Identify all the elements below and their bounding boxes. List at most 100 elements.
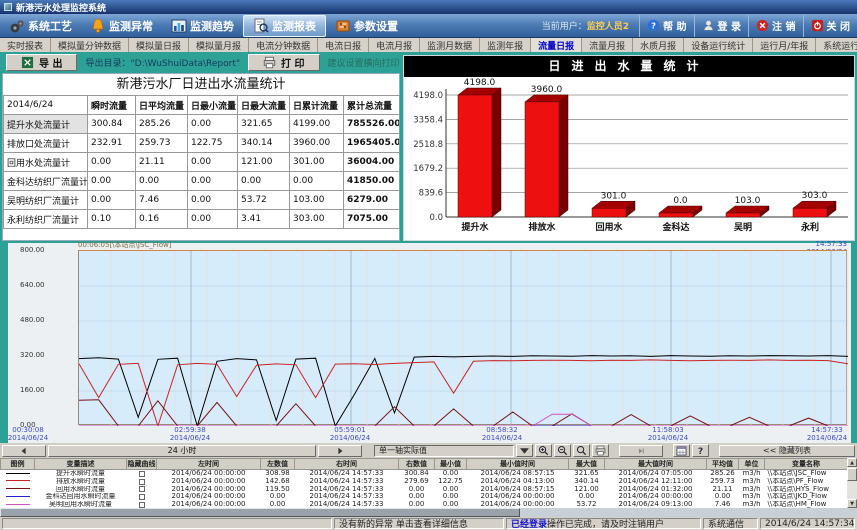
zoom-in-button[interactable] xyxy=(535,444,552,457)
menu-item-5[interactable]: 参数设置 xyxy=(326,15,407,37)
tab-1[interactable]: 实时报表 xyxy=(0,38,51,52)
status-login-segment: 已经登录 操作已完成，请及时注销用户 xyxy=(506,518,701,529)
trend-plot[interactable] xyxy=(78,250,847,425)
tab-9[interactable]: 监测年报 xyxy=(480,38,531,52)
menu-button-1[interactable]: ?帮 助 xyxy=(639,15,693,37)
menu-item-1[interactable]: 系统工艺 xyxy=(0,15,81,37)
legend-row[interactable]: 金科达回用水瞬时流量2014/06/24 00:00:000.002014/06… xyxy=(1,493,848,501)
svg-text:3960.0: 3960.0 xyxy=(531,85,563,95)
vertical-scroll-thumb[interactable] xyxy=(847,468,857,481)
report-cell: 785526.00 xyxy=(344,115,400,134)
tab-2[interactable]: 模拟量分钟数据 xyxy=(51,38,129,52)
trend-x-tick-label: 00:30:082014/06/24 xyxy=(8,427,48,442)
status-empty-segment xyxy=(2,518,332,529)
hide-curve-cell xyxy=(127,486,157,494)
legend-row[interactable]: 提升水瞬时流量2014/06/24 00:00:00308.982014/06/… xyxy=(1,470,848,478)
variable-name: \\本站点\JSC_Flow xyxy=(765,470,848,478)
svg-text:2518.8: 2518.8 xyxy=(413,140,443,150)
tab-6[interactable]: 电流日报 xyxy=(318,38,369,52)
trend-x-tick-label: 14:57:332014/06/24 xyxy=(807,427,847,442)
menu-button-4[interactable]: 关 闭 xyxy=(803,15,857,37)
time-range-scrollbar-thumb[interactable]: 24 小时 xyxy=(48,445,316,457)
trend-x-tick-label: 02:59:382014/06/24 xyxy=(170,427,210,442)
scroll-up-arrow-icon[interactable]: ▲ xyxy=(847,458,857,467)
status-login-state: 已经登录 xyxy=(511,518,547,529)
tab-7[interactable]: 电流月报 xyxy=(369,38,420,52)
report-band: 导 出 导出目录："D:\WuShuiData\Report" 打 印 建议设置… xyxy=(0,52,857,243)
report-row-name: 提升水处流量计 xyxy=(4,115,88,134)
x-tick-date: 2014/06/24 xyxy=(648,435,688,443)
zoom-out-button[interactable] xyxy=(554,444,571,457)
report-cell: 0.00 xyxy=(188,172,238,191)
legend-cell: 2014/06/24 14:57:33 xyxy=(295,493,399,501)
tab-14[interactable]: 运行月/年报 xyxy=(753,38,816,52)
scroll-left-button[interactable] xyxy=(2,445,46,457)
tab-3[interactable]: 模拟量日报 xyxy=(129,38,189,52)
legend-cell: 2014/06/24 07:05:00 xyxy=(605,470,707,478)
hide-curve-cell xyxy=(127,478,157,486)
report-cell: 36004.00 xyxy=(344,153,400,172)
value-mode-dropdown[interactable]: 单一轴实际值 xyxy=(374,445,514,457)
curve-description: 金科达回用水瞬时流量 xyxy=(35,493,127,501)
hide-list-button[interactable]: << 隐藏列表 xyxy=(719,445,855,457)
report-cell: 0.00 xyxy=(188,153,238,172)
legend-cell: 2014/06/24 14:57:33 xyxy=(295,470,399,478)
report-cell: 121.00 xyxy=(238,153,290,172)
play-button[interactable] xyxy=(619,445,663,457)
print-trend-button[interactable] xyxy=(592,444,609,457)
help-trend-button[interactable]: ? xyxy=(692,444,709,457)
svg-text:?: ? xyxy=(698,446,703,456)
status-bar: 没有新的异常 单击查看详细信息 已经登录 操作已完成，请及时注销用户 系统通信 … xyxy=(0,517,857,530)
calendar-button[interactable] xyxy=(673,444,690,457)
legend-vertical-scrollbar[interactable]: ▲ ▼ xyxy=(847,458,857,508)
tab-15[interactable]: 系统运行日志 xyxy=(816,38,857,52)
scroll-down-arrow-icon[interactable]: ▼ xyxy=(847,499,857,508)
hide-curve-checkbox[interactable] xyxy=(139,479,145,485)
svg-text:303.0: 303.0 xyxy=(802,191,828,201)
hide-curve-checkbox[interactable] xyxy=(139,471,145,477)
tab-4[interactable]: 模拟量月报 xyxy=(189,38,249,52)
curve-color-swatch xyxy=(6,473,30,474)
menu-item-4[interactable]: 监测报表 xyxy=(243,15,326,37)
legend-cell: 285.26 xyxy=(707,470,739,478)
report-cell: 0.00 xyxy=(188,191,238,210)
report-cell: 232.91 xyxy=(88,134,136,153)
status-alert-segment[interactable]: 没有新的异常 单击查看详细信息 xyxy=(334,518,504,529)
menu-item-3[interactable]: 监测趋势 xyxy=(162,15,243,37)
tab-8[interactable]: 监测月数据 xyxy=(420,38,480,52)
legend-cell: 0.00 xyxy=(261,493,295,501)
report-cell: 122.75 xyxy=(188,134,238,153)
trend-chart-area: 00:06:05[\本站点\JSC_Flow] 2014/09/24 14:57… xyxy=(8,243,851,443)
tab-11[interactable]: 流量月报 xyxy=(582,38,633,52)
zoom-reset-button[interactable] xyxy=(573,444,590,457)
calendar-icon xyxy=(676,445,687,456)
menu-item-2[interactable]: 监测异常 xyxy=(81,15,162,37)
legend-row[interactable]: 回用水瞬时流量2014/06/24 00:00:00119.502014/06/… xyxy=(1,486,848,494)
report-cell: 0.00 xyxy=(136,172,188,191)
tab-5[interactable]: 电流分钟数据 xyxy=(249,38,318,52)
svg-text:排放水: 排放水 xyxy=(528,221,556,233)
dropdown-arrow-button[interactable] xyxy=(516,444,533,457)
report-cell: 6279.00 xyxy=(344,191,400,210)
export-button[interactable]: 导 出 xyxy=(6,54,77,71)
report-cell: 103.00 xyxy=(290,191,344,210)
scroll-right-button[interactable] xyxy=(318,445,362,457)
curve-description: 排放水瞬时流量 xyxy=(35,478,127,486)
tab-13[interactable]: 设备运行统计 xyxy=(684,38,753,52)
legend-horizontal-scrollbar[interactable] xyxy=(0,508,857,517)
legend-cell: 300.84 xyxy=(399,470,435,478)
print-button[interactable]: 打 印 xyxy=(248,54,319,71)
hide-curve-checkbox[interactable] xyxy=(139,486,145,492)
hide-curve-checkbox[interactable] xyxy=(139,494,145,500)
menu-button-2[interactable]: 登 录 xyxy=(694,15,748,37)
tab-12[interactable]: 水质月报 xyxy=(633,38,684,52)
svg-text:金科达: 金科达 xyxy=(661,221,689,233)
tab-10[interactable]: 流量日报 xyxy=(531,38,582,52)
report-row-name: 金科达纺织厂流量计 xyxy=(4,172,88,191)
horizontal-scroll-thumb[interactable] xyxy=(0,508,520,517)
legend-row[interactable]: 排放水瞬时流量2014/06/24 00:00:00142.682014/06/… xyxy=(1,478,848,486)
menu-button-3[interactable]: 注 销 xyxy=(748,15,802,37)
trend-band: 00:06:05[\本站点\JSC_Flow] 2014/09/24 14:57… xyxy=(0,243,857,443)
svg-text:4198.0: 4198.0 xyxy=(413,91,443,101)
zoom-out-icon xyxy=(557,445,568,456)
